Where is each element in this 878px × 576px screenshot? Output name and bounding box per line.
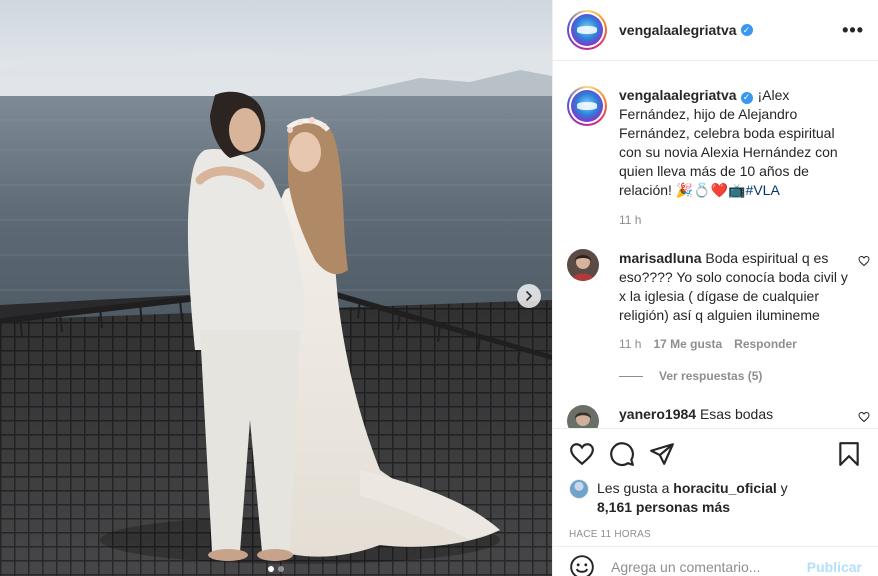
- comment-username[interactable]: yanero1984: [619, 406, 696, 422]
- like-heart-icon[interactable]: [569, 441, 595, 467]
- likes-others-link[interactable]: 8,161 personas más: [597, 499, 730, 515]
- author-avatar[interactable]: [567, 10, 607, 50]
- author-info: vengalaalegriatva ✓: [619, 22, 753, 38]
- next-photo-button[interactable]: [517, 284, 541, 308]
- replies-divider: [619, 375, 643, 377]
- emoji-icon[interactable]: [569, 554, 595, 576]
- carousel-dot-active: [268, 566, 274, 572]
- comment-time[interactable]: 11 h: [619, 337, 641, 351]
- comment-username[interactable]: marisadluna: [619, 250, 701, 266]
- wedding-photo: [0, 0, 552, 576]
- view-replies-button[interactable]: Ver respuestas (5): [619, 369, 862, 383]
- comment-bubble-icon[interactable]: [609, 441, 635, 467]
- liker-avatar[interactable]: [569, 479, 589, 499]
- comment-input[interactable]: Agrega un comentario...: [611, 559, 807, 575]
- likes-text: Les gusta a horacitu_oficial y 8,161 per…: [597, 479, 788, 517]
- commenter-avatar[interactable]: [567, 249, 599, 281]
- user-photo-icon: [567, 249, 599, 281]
- channel-logo-icon: [571, 14, 603, 46]
- commenter-avatar[interactable]: [567, 405, 599, 428]
- post-header: vengalaalegriatva ✓ •••: [553, 0, 878, 61]
- comment-body: marisadluna Boda espiritual q es eso????…: [619, 249, 851, 325]
- post-side-panel: vengalaalegriatva ✓ ••• vengalaalegriatv…: [552, 0, 878, 576]
- more-options-icon[interactable]: •••: [842, 21, 864, 39]
- bookmark-save-icon[interactable]: [836, 441, 862, 467]
- carousel-dot: [278, 566, 284, 572]
- author-username[interactable]: vengalaalegriatva: [619, 22, 737, 38]
- liker-username[interactable]: horacitu_oficial: [673, 480, 776, 496]
- action-icons: [569, 439, 862, 469]
- comment-meta: 11 h 17 Me gusta Responder: [619, 337, 862, 351]
- post-photo[interactable]: [0, 0, 552, 576]
- comments-scroll-area[interactable]: vengalaalegriatva ✓ ¡Alex Fernández, hijo …: [553, 62, 878, 428]
- verified-badge-icon: ✓: [740, 24, 753, 36]
- caption: vengalaalegriatva ✓ ¡Alex Fernández, hijo …: [567, 86, 862, 200]
- publish-button[interactable]: Publicar: [807, 559, 862, 575]
- add-comment-bar: Agrega un comentario... Publicar: [553, 546, 878, 576]
- comment-like-heart-icon[interactable]: [858, 411, 870, 423]
- user-photo-icon: [567, 405, 599, 428]
- caption-username[interactable]: vengalaalegriatva: [619, 87, 737, 103]
- instagram-post-view: vengalaalegriatva ✓ ••• vengalaalegriatv…: [0, 0, 878, 576]
- reply-button[interactable]: Responder: [734, 337, 797, 351]
- comment-item: marisadluna Boda espiritual q es eso????…: [567, 249, 870, 325]
- chevron-right-icon: [526, 291, 532, 301]
- comment-likes[interactable]: 17 Me gusta: [653, 337, 722, 351]
- carousel-indicator: [0, 566, 552, 572]
- caption-text: ¡Alex Fernández, hijo de Alejandro Ferná…: [619, 87, 838, 198]
- comment-like-heart-icon[interactable]: [858, 255, 870, 267]
- likes-summary: Les gusta a horacitu_oficial y 8,161 per…: [569, 479, 862, 517]
- hashtag-link[interactable]: #VLA: [746, 182, 780, 198]
- comment-body: yanero1984 Esas bodas “espirituales” dur…: [619, 405, 851, 428]
- channel-logo-icon: [571, 90, 603, 122]
- share-send-icon[interactable]: [649, 441, 675, 467]
- caption-avatar[interactable]: [567, 86, 607, 126]
- caption-time[interactable]: 11 h: [619, 213, 862, 227]
- post-actions: Les gusta a horacitu_oficial y 8,161 per…: [553, 428, 878, 540]
- likes-conj: y: [780, 480, 788, 496]
- verified-badge-icon: ✓: [740, 91, 753, 104]
- post-timestamp[interactable]: HACE 11 HORAS: [569, 529, 862, 540]
- likes-prefix: Les gusta a: [597, 480, 670, 496]
- caption-body: vengalaalegriatva ✓ ¡Alex Fernández, hijo …: [619, 86, 859, 200]
- view-replies-label: Ver respuestas (5): [659, 369, 763, 383]
- comment-item: yanero1984 Esas bodas “espirituales” dur…: [567, 405, 870, 428]
